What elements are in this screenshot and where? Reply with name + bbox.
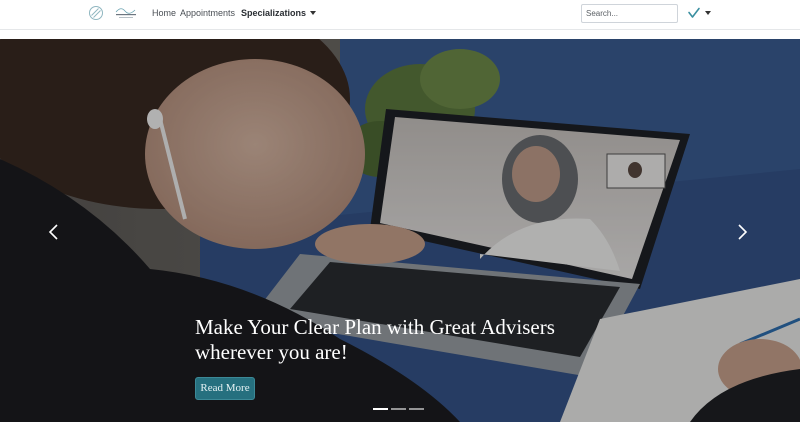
nav-appointments-link[interactable]: Appointments <box>180 8 235 18</box>
logo-mark-icon[interactable] <box>88 5 104 21</box>
nav-specializations-dropdown[interactable]: Specializations <box>241 8 317 18</box>
navbar: Home Appointments Specializations <box>0 0 800 30</box>
nav-specializations-label: Specializations <box>241 8 307 18</box>
check-icon <box>688 7 700 18</box>
hero-title-line2: wherever you are! <box>195 340 348 364</box>
chevron-down-icon <box>310 11 317 15</box>
carousel-indicator-2[interactable] <box>391 408 406 410</box>
hero-carousel: Make Your Clear Plan with Great Advisers… <box>0 39 800 422</box>
nav-home-link[interactable]: Home <box>152 8 176 18</box>
chevron-down-icon <box>705 11 711 15</box>
hero-caption: Make Your Clear Plan with Great Advisers… <box>195 315 635 365</box>
chevron-left-icon[interactable] <box>44 222 64 242</box>
carousel-indicator-1[interactable] <box>373 408 388 410</box>
carousel-indicator-3[interactable] <box>409 408 424 410</box>
brand-logo[interactable] <box>113 4 139 22</box>
user-menu-dropdown[interactable] <box>687 6 715 22</box>
hero-title: Make Your Clear Plan with Great Advisers… <box>195 315 635 365</box>
chevron-right-icon[interactable] <box>732 222 752 242</box>
read-more-button[interactable]: Read More <box>195 377 255 400</box>
search-input[interactable] <box>581 4 678 23</box>
nav-inner: Home Appointments Specializations <box>86 0 714 30</box>
hero-title-line1: Make Your Clear Plan with Great Advisers <box>195 315 555 339</box>
